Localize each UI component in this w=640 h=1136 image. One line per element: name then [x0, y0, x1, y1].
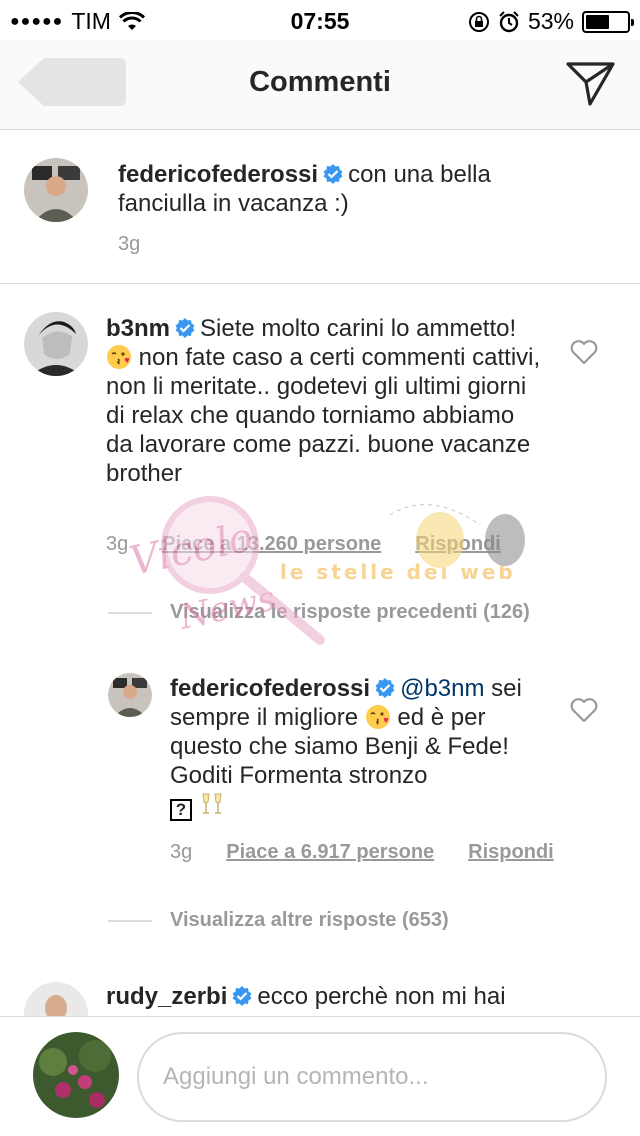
username[interactable]: federicofederossi	[118, 161, 318, 188]
heart-icon[interactable]	[569, 338, 599, 366]
rotation-lock-icon	[468, 11, 489, 32]
champagne-glasses-icon	[202, 793, 222, 814]
status-bar: ●●●●● TIM 07:55 53%	[0, 0, 640, 40]
comment-meta: 3g Piace a 13.260 persone Rispondi	[106, 533, 501, 556]
mention-link[interactable]: @b3nm	[400, 675, 484, 702]
timestamp: 3g	[170, 841, 193, 863]
view-more-replies-link[interactable]: Visualizza altre risposte (653)	[170, 909, 449, 932]
reply-meta: 3g Piace a 6.917 persone Rispondi	[170, 841, 554, 864]
reply-link[interactable]: Rispondi	[415, 533, 501, 556]
likes-link[interactable]: Piace a 6.917 persone	[226, 841, 434, 864]
avatar[interactable]	[33, 1032, 119, 1118]
alarm-icon	[499, 10, 519, 32]
likes-link[interactable]: Piace a 13.260 persone	[162, 533, 381, 556]
heart-icon[interactable]	[569, 696, 599, 724]
reply-link[interactable]: Rispondi	[468, 841, 554, 864]
nav-bar: Commenti	[0, 40, 640, 130]
thread-line	[108, 920, 152, 922]
battery-icon	[582, 10, 634, 33]
username[interactable]: rudy_zerbi	[106, 983, 227, 1010]
kiss-emoji-icon	[365, 705, 390, 729]
avatar[interactable]	[24, 312, 88, 376]
watermark-logo: Vicolo News le stelle del web	[126, 496, 525, 645]
comment-text: rudy_zerbi ecco perchè non mi hai	[106, 983, 506, 1010]
kiss-emoji-icon	[107, 345, 131, 369]
username[interactable]: federicofederossi	[170, 675, 370, 702]
unknown-glyph-icon: ?	[170, 799, 192, 821]
verified-badge-icon	[232, 986, 252, 1006]
comment-composer	[0, 1016, 640, 1136]
verified-badge-icon	[323, 164, 343, 184]
avatar[interactable]	[108, 673, 152, 717]
divider	[0, 283, 640, 284]
timestamp: 3g	[106, 533, 129, 555]
timestamp: 3g	[118, 233, 141, 255]
page-title: Commenti	[249, 66, 391, 98]
reply-text: federicofederossi @b3nm sei sempre il mig…	[170, 675, 522, 821]
svg-text:le stelle del web: le stelle del web	[280, 560, 516, 584]
thread-line	[108, 612, 152, 614]
comment-input[interactable]	[137, 1032, 607, 1122]
view-previous-replies-link[interactable]: Visualizza le risposte precedenti (126)	[170, 601, 530, 624]
avatar[interactable]	[24, 158, 88, 222]
paper-plane-icon[interactable]	[566, 60, 616, 106]
caption-meta: 3g	[118, 233, 140, 256]
verified-badge-icon	[175, 318, 195, 338]
verified-badge-icon	[375, 678, 395, 698]
username[interactable]: b3nm	[106, 315, 170, 342]
comment-text: b3nm Siete molto carini lo ammetto! non f…	[106, 315, 541, 487]
caption-text: federicofederossi con una bella fanciulla…	[118, 160, 538, 218]
battery-percent: 53%	[527, 8, 574, 34]
